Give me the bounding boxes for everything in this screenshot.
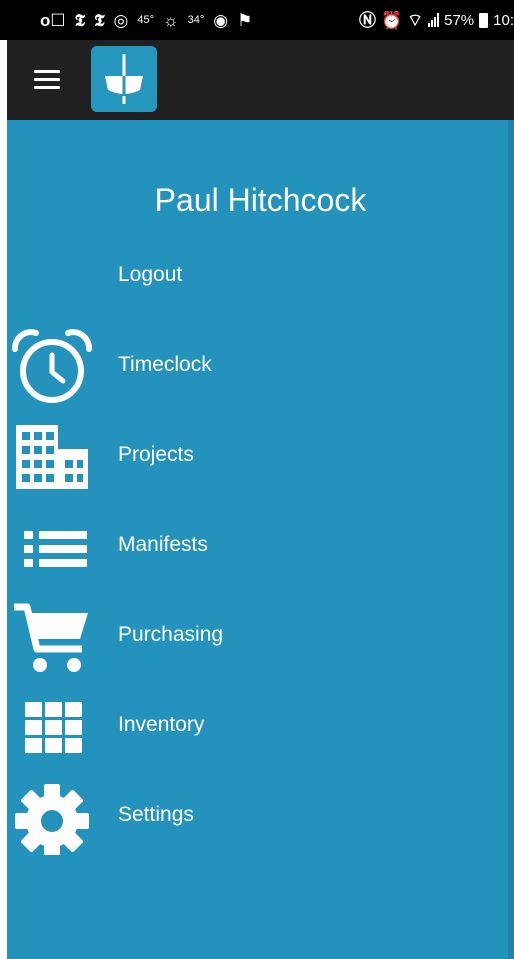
outlook-icon: o☐	[40, 10, 66, 30]
building-icon	[16, 425, 88, 489]
logout-label: Logout	[118, 263, 183, 286]
menu-item-projects[interactable]: Projects	[7, 415, 514, 495]
plumb-bob-icon	[105, 54, 143, 104]
alarm-clock-icon	[12, 329, 92, 403]
weather-icon: ☼	[163, 10, 179, 30]
menu-item-label: Projects	[118, 443, 194, 466]
wifi-icon: ⌔	[407, 10, 424, 30]
background-edge	[508, 120, 514, 959]
flag-icon: ⚑	[237, 10, 253, 30]
user-name: Paul Hitchcock	[154, 182, 367, 218]
menu-item-settings[interactable]: Settings	[7, 775, 514, 855]
menu-item-label: Manifests	[118, 533, 208, 556]
menu-item-label: Inventory	[118, 713, 205, 736]
status-bar: o☐ 𝕿 𝕿 ◎ 45° ☼ 34° ◉ ⚑ Ⓝ ⏰ ⌔ 57% 10:	[0, 0, 514, 40]
temperature-2: 34°	[187, 14, 205, 26]
menu-item-label: Timeclock	[118, 353, 212, 376]
news-icon: 𝕿	[74, 10, 86, 30]
menu-item-manifests[interactable]: Manifests	[7, 505, 514, 585]
grid-icon	[25, 702, 82, 753]
menu-item-label: Settings	[118, 803, 194, 826]
app-logo[interactable]	[91, 46, 157, 112]
list-icon	[24, 531, 87, 567]
app-bar	[7, 40, 514, 120]
menu-item-purchasing[interactable]: Purchasing	[7, 595, 514, 675]
nfc-icon: Ⓝ	[358, 10, 376, 30]
clock-time: 10:	[493, 11, 514, 29]
gear-icon	[15, 784, 89, 855]
account-icon: ◎	[113, 10, 129, 30]
battery-percent: 57%	[444, 11, 475, 29]
shopping-cart-icon	[14, 603, 88, 672]
battery-icon	[479, 12, 489, 28]
alarm-status-icon: ⏰	[380, 10, 403, 30]
temperature-1: 45°	[137, 14, 155, 26]
news-icon-2: 𝕿	[94, 10, 105, 30]
menu-icon[interactable]	[34, 70, 60, 90]
signal-icon	[428, 13, 440, 27]
menu-item-inventory[interactable]: Inventory	[7, 685, 514, 765]
menu-item-label: Purchasing	[118, 623, 224, 646]
sync-icon: ◉	[213, 10, 229, 30]
logout-button[interactable]: Logout	[7, 235, 514, 315]
menu-item-timeclock[interactable]: Timeclock	[7, 325, 514, 405]
navigation-drawer: Paul Hitchcock Logout Timeclock Projects	[7, 120, 514, 959]
